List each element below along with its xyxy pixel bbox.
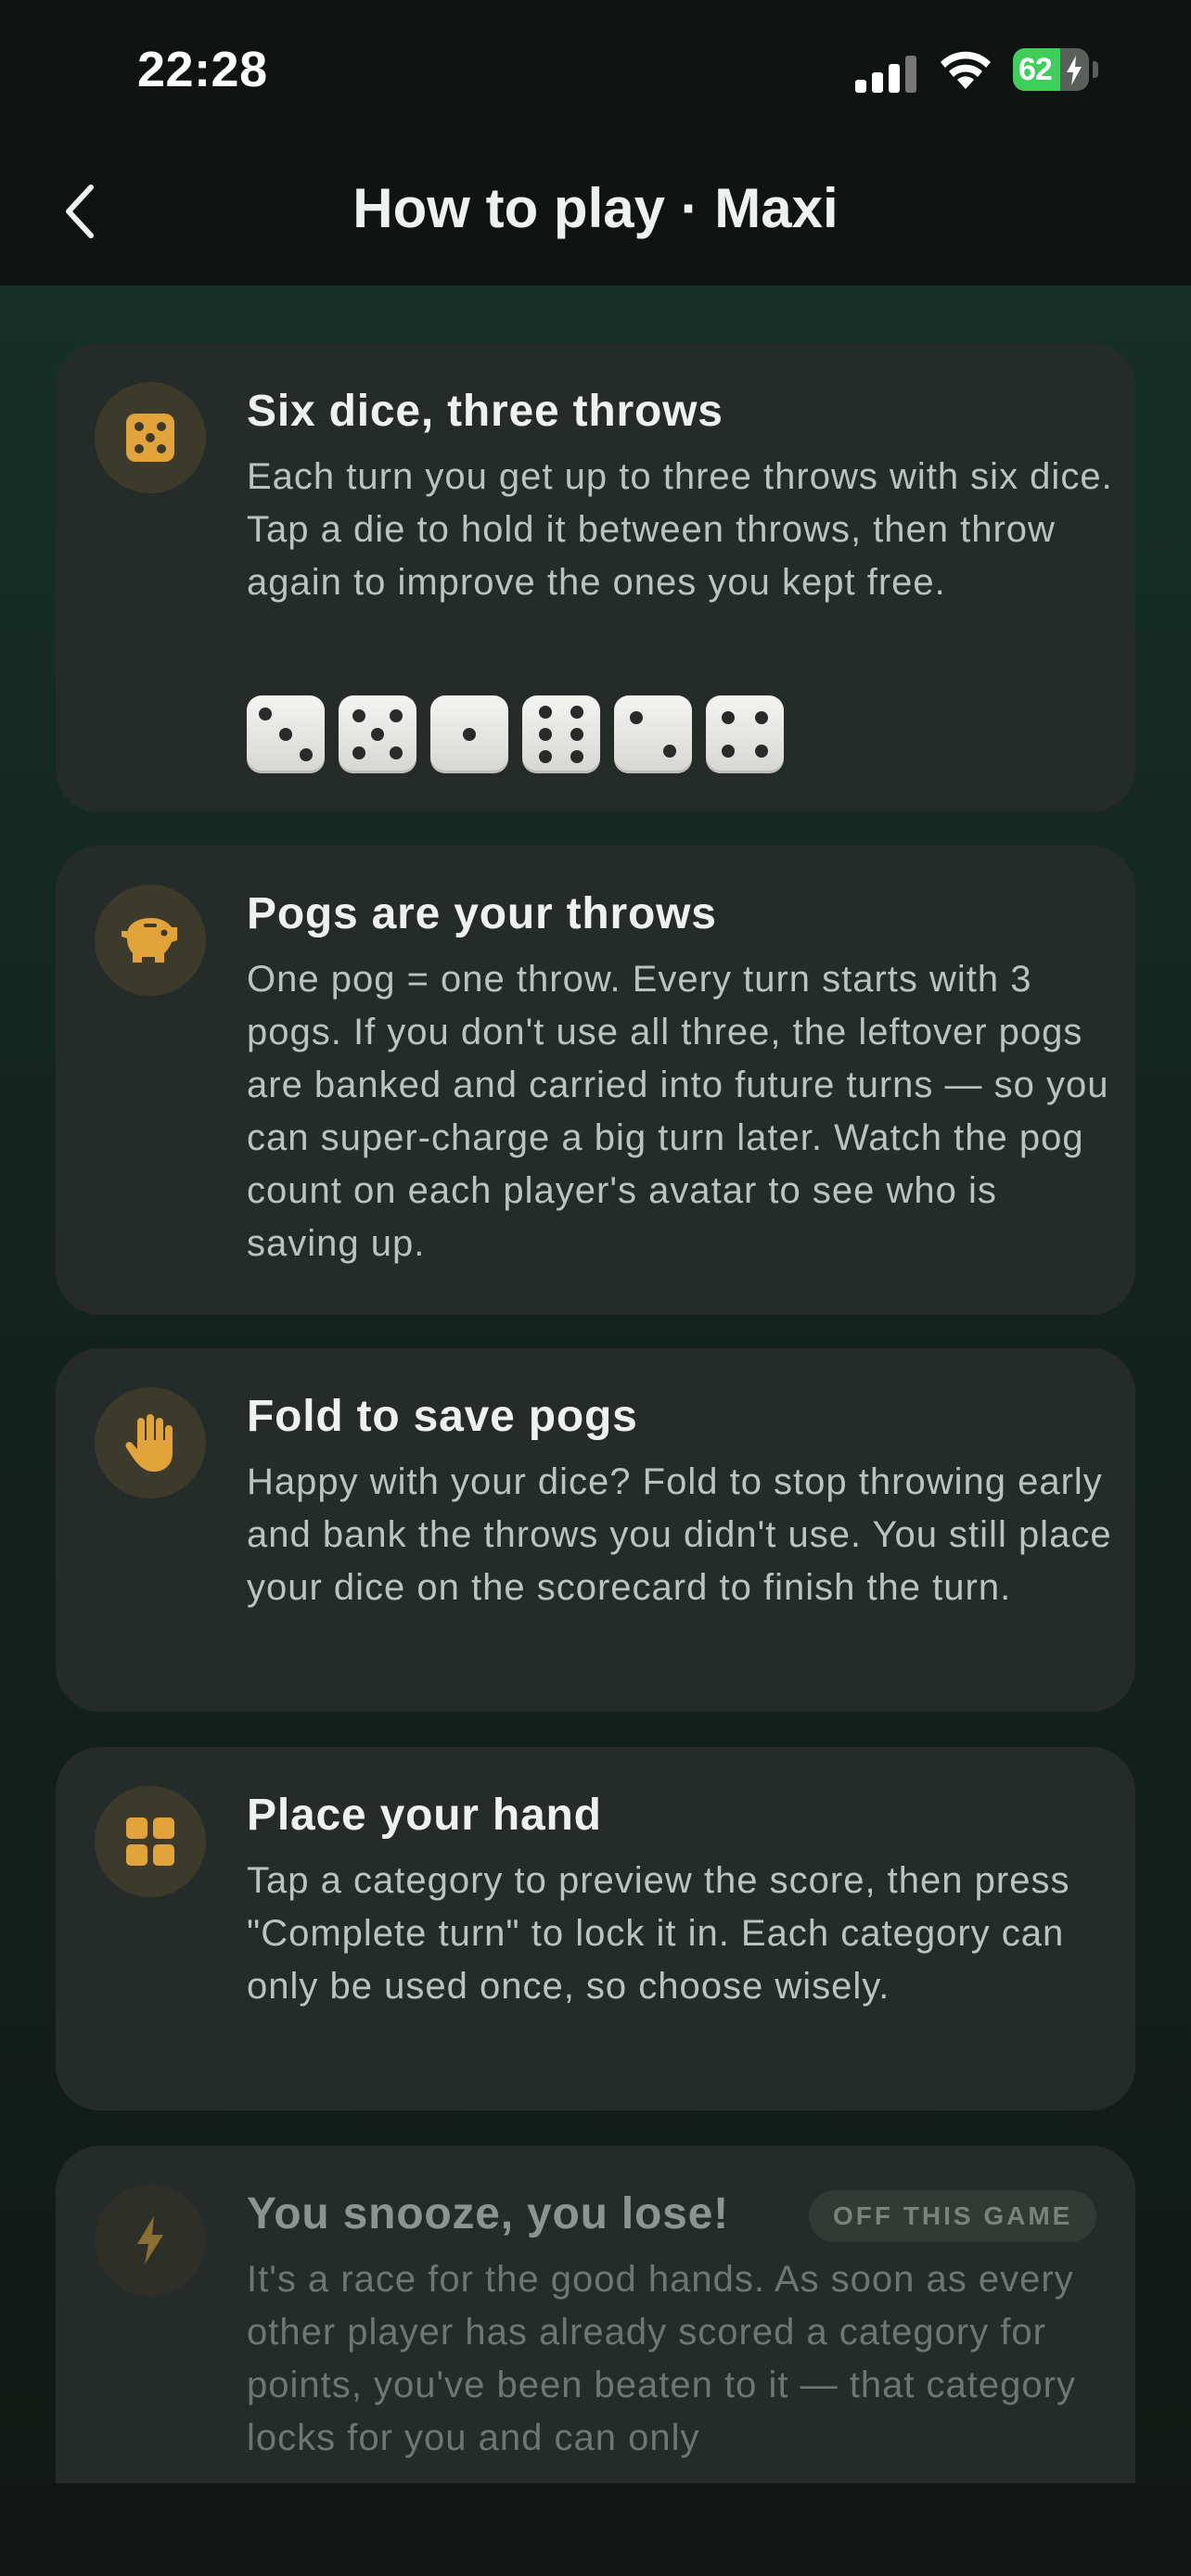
die-face-3 bbox=[247, 695, 325, 773]
die-pip bbox=[539, 706, 553, 720]
die-pip bbox=[539, 749, 553, 763]
rule-title: Fold to save pogs bbox=[247, 1392, 638, 1441]
rule-icon-badge bbox=[95, 1387, 206, 1498]
die-pip bbox=[570, 706, 583, 720]
rule-icon-badge bbox=[95, 1786, 206, 1897]
battery-cap bbox=[1093, 61, 1098, 78]
status-time: 22:28 bbox=[137, 42, 268, 97]
piggy-bank-icon bbox=[122, 918, 177, 963]
rule-icon-badge bbox=[95, 885, 206, 996]
rules-scroll-view[interactable]: Six dice, three throws Each turn you get… bbox=[0, 286, 1191, 2483]
die-pip bbox=[721, 710, 735, 724]
off-this-game-badge: OFF THIS GAME bbox=[809, 2190, 1097, 2242]
rule-icon-badge bbox=[95, 2185, 206, 2296]
die-pip bbox=[352, 708, 365, 722]
die-face-6 bbox=[522, 695, 600, 773]
battery-percent: 62 bbox=[1018, 52, 1053, 87]
hand-icon bbox=[125, 1414, 173, 1472]
page-title: How to play · Maxi bbox=[352, 177, 839, 239]
die-pip bbox=[570, 749, 583, 763]
rule-card-six-dice: Six dice, three throws Each turn you get… bbox=[56, 343, 1135, 812]
rule-card-place-hand: Place your hand Tap a category to previe… bbox=[56, 1747, 1135, 2111]
rule-title: You snooze, you lose! bbox=[247, 2189, 729, 2238]
example-dice-row bbox=[247, 695, 784, 773]
rule-icon-badge bbox=[95, 382, 206, 493]
die-pip bbox=[371, 728, 384, 741]
rule-body: One pog = one throw. Every turn starts w… bbox=[247, 959, 1109, 1264]
rule-card-fold: Fold to save pogs Happy with your dice? … bbox=[56, 1348, 1135, 1712]
grid-icon bbox=[126, 1817, 174, 1866]
die-face-1 bbox=[430, 695, 508, 773]
cellular-signal-icon bbox=[855, 54, 918, 93]
bottom-safe-area bbox=[0, 2483, 1191, 2576]
die-pip bbox=[299, 747, 313, 761]
rule-title: Six dice, three throws bbox=[247, 387, 724, 436]
wifi-icon bbox=[941, 51, 991, 89]
rule-body: It's a race for the good hands. As soon … bbox=[247, 2259, 1076, 2458]
rule-title: Pogs are your throws bbox=[247, 889, 717, 938]
battery-icon: 62 bbox=[1013, 48, 1089, 91]
navigation-bar: How to play · Maxi bbox=[0, 139, 1191, 286]
rule-body: Tap a category to preview the score, the… bbox=[247, 1860, 1070, 2007]
die-face-2 bbox=[614, 695, 692, 773]
rule-body: Each turn you get up to three throws wit… bbox=[247, 456, 1113, 603]
rule-title: Place your hand bbox=[247, 1791, 602, 1840]
lightning-icon bbox=[137, 2216, 163, 2264]
die-pip bbox=[663, 745, 677, 759]
die-pip bbox=[463, 728, 476, 741]
die-icon bbox=[126, 414, 174, 462]
status-bar: 22:28 62 bbox=[0, 0, 1191, 139]
die-pip bbox=[390, 746, 403, 760]
die-pip bbox=[390, 708, 403, 722]
die-pip bbox=[570, 728, 583, 741]
die-face-5 bbox=[339, 695, 416, 773]
die-pip bbox=[755, 745, 769, 759]
die-pip bbox=[629, 710, 643, 724]
die-pip bbox=[259, 708, 273, 721]
die-face-4 bbox=[706, 695, 784, 773]
die-pip bbox=[539, 728, 553, 741]
die-pip bbox=[755, 710, 769, 724]
charging-bolt-icon bbox=[1067, 56, 1082, 85]
die-pip bbox=[721, 745, 735, 759]
rule-card-pogs: Pogs are your throws One pog = one throw… bbox=[56, 846, 1135, 1315]
die-pip bbox=[279, 728, 292, 741]
rule-card-snooze: You snooze, you lose! OFF THIS GAME It's… bbox=[56, 2146, 1135, 2483]
rule-body: Happy with your dice? Fold to stop throw… bbox=[247, 1461, 1112, 1608]
die-pip bbox=[352, 746, 365, 760]
